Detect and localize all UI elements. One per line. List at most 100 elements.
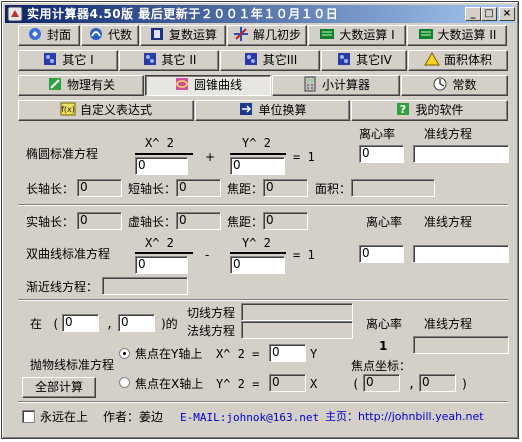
- app-window: 实用计算器4.50版 最后更新于２００１年１０月１０日 _ □ × 封面 代数 …: [1, 1, 519, 439]
- minimize-button[interactable]: _: [465, 7, 481, 21]
- hyperbola-title: 双曲线标准方程: [26, 247, 111, 261]
- tab-other-2[interactable]: 其它 II: [119, 50, 219, 71]
- ellipse-a-squared-input[interactable]: 0: [135, 157, 188, 175]
- ellipse-long-axis-field[interactable]: 0: [77, 179, 122, 197]
- hyperbola-y-fraction-line: [230, 252, 286, 254]
- triangle-icon: [424, 52, 440, 66]
- tab-other-4[interactable]: 其它IV: [321, 50, 407, 71]
- tab-bignum-2[interactable]: 大数运算 II: [407, 25, 507, 46]
- tab-custom-expression[interactable]: f(x) 自定义表达式: [18, 100, 194, 121]
- focus-paren-close: ): [461, 377, 469, 391]
- tab-bignum-1[interactable]: 大数运算 I: [308, 25, 406, 46]
- focus-comma: ,: [408, 377, 416, 391]
- hyperbola-minus-sign: -: [205, 248, 210, 262]
- ellipse-b-squared-input[interactable]: 0: [230, 157, 285, 175]
- conic-icon: [175, 78, 188, 90]
- hyperbola-a-squared-input[interactable]: 0: [135, 256, 188, 274]
- tab-cover-label: 封面: [46, 28, 71, 42]
- puzzle-icon: [244, 53, 257, 65]
- parabola-at-label: 在: [30, 317, 43, 331]
- cover-icon: [28, 28, 41, 40]
- ellipse-long-axis-label: 长轴长：: [26, 182, 75, 196]
- algebra-icon: [89, 28, 102, 40]
- divider-2: [18, 299, 508, 301]
- app-icon: [7, 6, 23, 22]
- ellipse-area-label: 面积：: [315, 182, 352, 196]
- parabola-point-x-input[interactable]: 0: [62, 314, 99, 332]
- ellipse-equals-one: = 1: [293, 150, 315, 164]
- tab-unit-conversion[interactable]: 单位换算: [195, 100, 350, 121]
- ellipse-y-fraction-line: [230, 153, 286, 155]
- focus-y-axis-input[interactable]: 0: [269, 344, 306, 362]
- tab-other-3[interactable]: 其它III: [220, 50, 320, 71]
- parabola-point-y-input[interactable]: 0: [118, 314, 155, 332]
- puzzle-icon: [338, 53, 351, 65]
- tab-cover[interactable]: 封面: [18, 25, 80, 46]
- hyperbola-directrix-field[interactable]: [413, 245, 509, 263]
- parabola-tangent-field[interactable]: [241, 303, 353, 321]
- maximize-button[interactable]: □: [481, 7, 497, 21]
- ellipse-x-fraction-line: [135, 153, 193, 155]
- tab-mini-calculator-label: 小计算器: [321, 78, 370, 92]
- ellipse-eccentricity-label: 离心率: [359, 127, 396, 141]
- hyperbola-eccentricity-field[interactable]: 0: [359, 245, 404, 263]
- hyperbola-asymptote-label: 渐近线方程：: [26, 280, 99, 294]
- tab-my-software[interactable]: ? 我的软件: [351, 100, 508, 121]
- parabola-normal-field[interactable]: [241, 321, 353, 339]
- ellipse-area-field[interactable]: [351, 179, 435, 197]
- tab-other-2-label: 其它 II: [161, 53, 197, 67]
- homepage-link[interactable]: 主页：http://johnbill.yeah.net: [325, 410, 484, 424]
- focus-x-field[interactable]: 0: [363, 374, 400, 392]
- focus-y-axis-equation: X^ 2 =: [216, 347, 260, 361]
- focus-x-axis-radio[interactable]: [119, 377, 130, 388]
- parabola-directrix-field[interactable]: [413, 336, 509, 354]
- always-on-top-checkbox[interactable]: [22, 410, 35, 423]
- focus-y-axis-variable: Y: [310, 347, 318, 361]
- hyperbola-b-squared-input[interactable]: 0: [230, 256, 285, 274]
- tab-custom-expression-label: 自定义表达式: [79, 103, 152, 117]
- tab-other-1[interactable]: 其它 I: [18, 50, 118, 71]
- physics-icon: [48, 78, 61, 90]
- tab-other-4-label: 其它IV: [356, 53, 392, 67]
- tab-area-volume-label: 面积体积: [443, 53, 492, 67]
- focus-y-field[interactable]: 0: [419, 374, 456, 392]
- ellipse-title: 椭圆标准方程: [26, 147, 99, 161]
- ellipse-focal-label: 焦距：: [227, 182, 264, 196]
- ellipse-y2-label: Y^ 2: [242, 136, 271, 150]
- parabola-tangent-label: 切线方程: [187, 306, 236, 320]
- calculator-icon: [304, 76, 316, 92]
- tab-complex[interactable]: 复数运算: [140, 25, 226, 46]
- ellipse-eccentricity-field[interactable]: 0: [359, 145, 404, 163]
- calculate-all-button[interactable]: 全部计算: [22, 377, 96, 398]
- ellipse-short-axis-field[interactable]: 0: [176, 179, 221, 197]
- hyperbola-y2-label: Y^ 2: [242, 236, 271, 250]
- focus-x-axis-variable: X: [310, 377, 318, 391]
- complex-icon: [150, 28, 163, 40]
- ellipse-directrix-field[interactable]: [413, 145, 509, 163]
- tab-physics[interactable]: 物理有关: [18, 75, 144, 96]
- hyperbola-real-axis-field[interactable]: 0: [77, 212, 122, 230]
- hyperbola-focal-field[interactable]: 0: [263, 212, 308, 230]
- title-bar[interactable]: 实用计算器4.50版 最后更新于２００１年１０月１０日 _ □ ×: [5, 5, 515, 23]
- tab-my-software-label: 我的软件: [415, 103, 464, 117]
- hyperbola-x-fraction-line: [135, 252, 193, 254]
- email-link[interactable]: E-MAIL:johnok@163.net: [180, 411, 319, 425]
- function-icon: f(x): [60, 102, 76, 116]
- hyperbola-asymptote-field[interactable]: [102, 277, 188, 295]
- tab-geometry-label: 解几初步: [252, 28, 301, 42]
- tab-geometry[interactable]: 解几初步: [227, 25, 307, 46]
- close-button[interactable]: ×: [499, 7, 515, 21]
- tab-area-volume[interactable]: 面积体积: [408, 50, 508, 71]
- focus-x-axis-label: 焦点在X轴上: [135, 377, 204, 391]
- focus-x-axis-input[interactable]: 0: [269, 374, 306, 392]
- puzzle-icon: [143, 53, 156, 65]
- tab-conic[interactable]: 圆锥曲线: [145, 75, 271, 96]
- tab-mini-calculator[interactable]: 小计算器: [272, 75, 400, 96]
- focus-y-axis-radio[interactable]: [119, 348, 130, 359]
- tab-algebra[interactable]: 代数: [81, 25, 139, 46]
- tab-conic-label: 圆锥曲线: [193, 78, 242, 92]
- tab-physics-label: 物理有关: [66, 78, 115, 92]
- hyperbola-imag-axis-field[interactable]: 0: [176, 212, 221, 230]
- ellipse-focal-field[interactable]: 0: [263, 179, 308, 197]
- tab-constants[interactable]: 常数: [401, 75, 508, 96]
